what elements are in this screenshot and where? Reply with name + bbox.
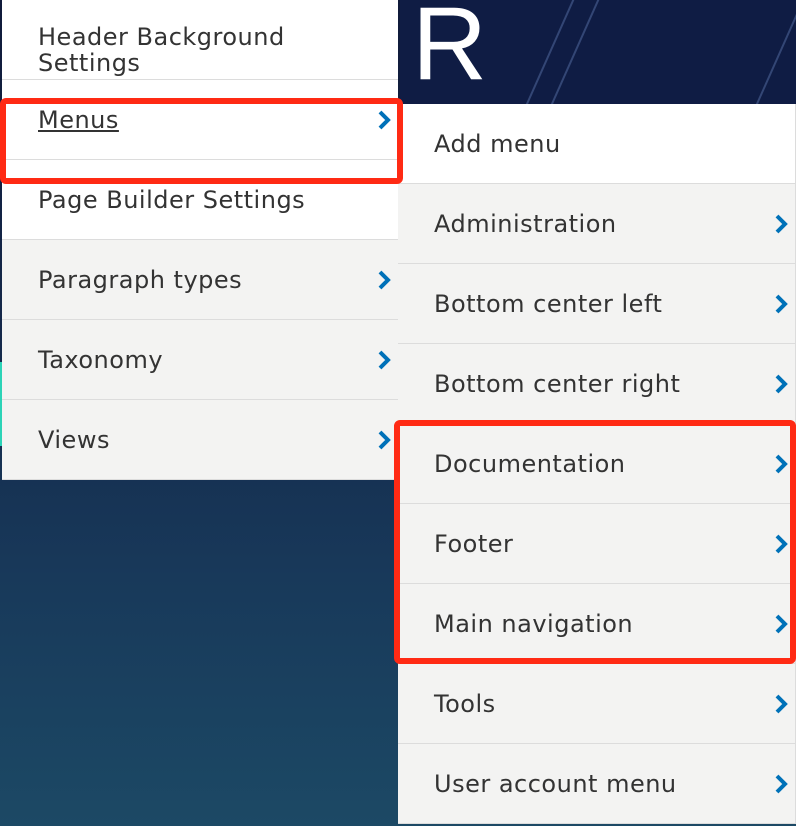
- menus-flyout-submenu: Add menu Administration Bottom center le…: [398, 104, 796, 824]
- menu-item-main-navigation[interactable]: Main navigation: [398, 584, 796, 664]
- chevron-right-icon: [378, 270, 391, 289]
- menu-item-views[interactable]: Views: [2, 400, 398, 480]
- menu-item-user-account-menu[interactable]: User account menu: [398, 744, 796, 824]
- menu-item-bottom-center-right[interactable]: Bottom center right: [398, 344, 796, 424]
- menu-item-footer[interactable]: Footer: [398, 504, 796, 584]
- chevron-right-icon: [775, 214, 788, 233]
- menu-item-header-background-settings[interactable]: Header Background Settings: [2, 0, 398, 80]
- chevron-right-icon: [378, 350, 391, 369]
- menu-item-label: Bottom center right: [434, 369, 681, 398]
- menu-item-tools[interactable]: Tools: [398, 664, 796, 744]
- menu-item-paragraph-types[interactable]: Paragraph types: [2, 240, 398, 320]
- menu-item-label: Tools: [434, 689, 496, 718]
- menu-item-add-menu[interactable]: Add menu: [398, 104, 796, 184]
- menu-item-documentation[interactable]: Documentation: [398, 424, 796, 504]
- menu-item-label: Bottom center left: [434, 289, 663, 318]
- menu-item-label: Header Background Settings: [38, 23, 285, 77]
- chevron-right-icon: [775, 694, 788, 713]
- menu-item-label: Taxonomy: [38, 345, 164, 374]
- menu-item-label: Paragraph types: [38, 265, 243, 294]
- menu-item-page-builder-settings[interactable]: Page Builder Settings: [2, 160, 398, 240]
- menus-flyout-parent: Header Background Settings Menus Page Bu…: [2, 0, 398, 480]
- hero-letter: R: [412, 0, 488, 102]
- chevron-right-icon: [378, 110, 391, 129]
- chevron-right-icon: [775, 614, 788, 633]
- menu-item-label: Add menu: [434, 129, 561, 158]
- menu-item-menus[interactable]: Menus: [2, 80, 398, 160]
- menu-item-label: Documentation: [434, 449, 626, 478]
- menu-item-label: Views: [38, 425, 110, 454]
- chevron-right-icon: [378, 430, 391, 449]
- menu-item-bottom-center-left[interactable]: Bottom center left: [398, 264, 796, 344]
- menu-item-taxonomy[interactable]: Taxonomy: [2, 320, 398, 400]
- chevron-right-icon: [775, 294, 788, 313]
- menu-item-label: Menus: [38, 105, 119, 134]
- chevron-right-icon: [775, 534, 788, 553]
- menu-item-administration[interactable]: Administration: [398, 184, 796, 264]
- menu-item-label: User account menu: [434, 769, 677, 798]
- chevron-right-icon: [775, 454, 788, 473]
- menu-item-label: Footer: [434, 529, 514, 558]
- menu-item-label: Page Builder Settings: [38, 185, 306, 214]
- menu-item-label: Administration: [434, 209, 617, 238]
- menu-item-label: Main navigation: [434, 609, 634, 638]
- chevron-right-icon: [775, 774, 788, 793]
- chevron-right-icon: [775, 374, 788, 393]
